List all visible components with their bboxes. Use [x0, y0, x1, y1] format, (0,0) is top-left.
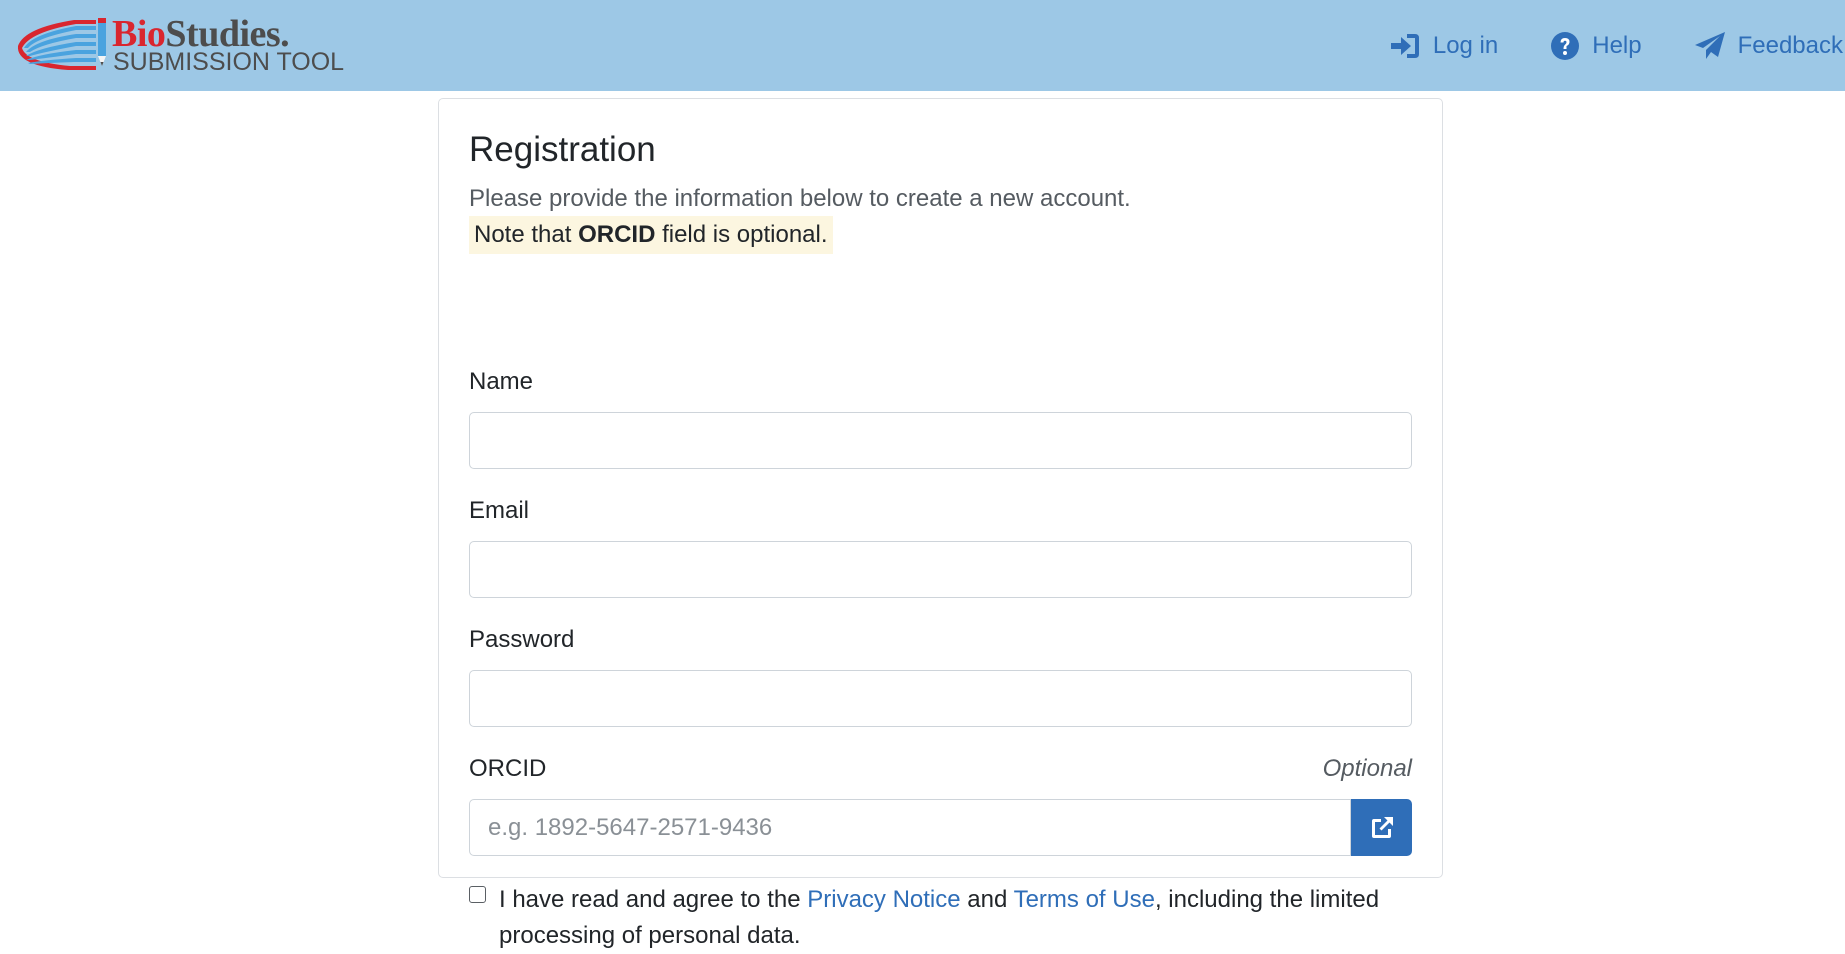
- orcid-input[interactable]: [469, 799, 1351, 856]
- login-link[interactable]: Log in: [1389, 32, 1498, 60]
- password-label: Password: [469, 626, 575, 653]
- login-label: Log in: [1432, 31, 1499, 59]
- book-pencil-logo-icon: [17, 18, 106, 70]
- top-navbar: BioStudies. SUBMISSION TOOL Log in Help …: [0, 0, 1845, 91]
- question-circle-icon: [1551, 31, 1580, 60]
- external-link-icon: [1371, 816, 1393, 838]
- paper-plane-icon: [1694, 31, 1725, 59]
- agreement-text: I have read and agree to the Privacy Not…: [499, 886, 1380, 949]
- privacy-notice-link[interactable]: Privacy Notice: [807, 886, 960, 913]
- logo-subtitle: SUBMISSION TOOL: [113, 48, 345, 76]
- email-input[interactable]: [469, 541, 1412, 598]
- password-input[interactable]: [469, 670, 1412, 727]
- nav-links: Log in Help Feedback: [1337, 0, 1843, 91]
- orcid-optional-note: Note that ORCID field is optional.: [469, 216, 833, 254]
- form-description: Please provide the information below to …: [469, 185, 1131, 212]
- orcid-optional-tag: Optional: [1322, 755, 1412, 782]
- feedback-link[interactable]: Feedback: [1694, 31, 1843, 61]
- terms-of-use-link[interactable]: Terms of Use: [1014, 886, 1155, 913]
- name-label: Name: [469, 368, 534, 395]
- email-label: Email: [469, 497, 530, 524]
- help-label: Help: [1592, 31, 1642, 59]
- biostudies-logo[interactable]: BioStudies. SUBMISSION TOOL: [14, 14, 345, 76]
- help-link[interactable]: Help: [1550, 31, 1642, 61]
- orcid-lookup-button[interactable]: [1351, 799, 1412, 856]
- orcid-label: ORCID: [469, 755, 547, 782]
- sign-in-icon: [1390, 33, 1419, 58]
- registration-card: Registration Please provide the informat…: [438, 98, 1443, 949]
- feedback-label: Feedback: [1737, 31, 1843, 59]
- name-input[interactable]: [469, 412, 1412, 469]
- page-title: Registration: [469, 130, 656, 169]
- agreement-checkbox[interactable]: [469, 886, 486, 903]
